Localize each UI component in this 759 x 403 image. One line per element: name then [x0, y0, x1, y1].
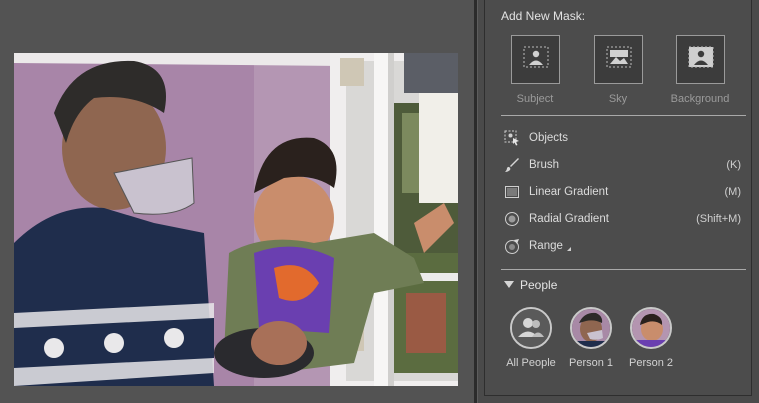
tool-objects[interactable]: Objects [504, 130, 750, 148]
tool-brush-label: Brush [529, 159, 560, 171]
all-people-button[interactable] [510, 307, 552, 349]
person-1-thumbnail[interactable] [570, 307, 612, 349]
subject-mask-icon [523, 46, 549, 73]
photo-image [14, 53, 458, 386]
tool-linear-gradient-label: Linear Gradient [529, 186, 609, 198]
person-2-avatar [632, 309, 670, 347]
tool-linear-gradient-shortcut: (M) [724, 186, 742, 198]
masking-panel: Add New Mask: Subject Sky Background Obj… [477, 0, 759, 403]
background-mask-icon [688, 46, 714, 73]
radial-gradient-icon [504, 211, 520, 227]
person-1-label: Person 1 [568, 357, 614, 369]
tool-linear-gradient[interactable]: Linear Gradient (M) [504, 184, 750, 202]
tool-objects-label: Objects [529, 132, 568, 144]
person-1-avatar [572, 309, 610, 347]
brush-icon [504, 157, 520, 173]
tool-brush-shortcut: (K) [726, 159, 741, 171]
person-2-thumbnail[interactable] [630, 307, 672, 349]
tool-radial-gradient-shortcut: (Shift+M) [696, 213, 741, 225]
mask-panel-body: Add New Mask: Subject Sky Background Obj… [484, 0, 752, 396]
section-divider-people [501, 269, 746, 270]
sky-mask-label: Sky [608, 93, 628, 105]
photo-canvas-area [0, 0, 474, 403]
sky-mask-button[interactable] [594, 35, 643, 84]
objects-icon [504, 130, 520, 146]
range-icon [504, 238, 520, 254]
linear-gradient-icon [504, 184, 520, 200]
collapse-triangle-icon [504, 281, 514, 288]
sky-mask-icon [606, 46, 632, 73]
all-people-icon [512, 309, 550, 347]
range-dropdown-icon [567, 247, 571, 251]
person-2-label: Person 2 [628, 357, 674, 369]
add-new-mask-header: Add New Mask: [501, 9, 586, 23]
people-section-header[interactable]: People [504, 278, 557, 292]
all-people-label: All People [506, 357, 556, 369]
subject-mask-button[interactable] [511, 35, 560, 84]
background-mask-button[interactable] [676, 35, 725, 84]
tool-range-label: Range [529, 240, 563, 252]
section-divider [501, 115, 746, 116]
tool-radial-gradient[interactable]: Radial Gradient (Shift+M) [504, 211, 750, 229]
photo-preview[interactable] [14, 53, 458, 386]
tool-radial-gradient-label: Radial Gradient [529, 213, 609, 225]
subject-mask-label: Subject [516, 93, 554, 105]
background-mask-label: Background [670, 93, 730, 105]
tool-range[interactable]: Range [504, 238, 750, 256]
tool-brush[interactable]: Brush (K) [504, 157, 750, 175]
people-header-label: People [520, 278, 558, 292]
